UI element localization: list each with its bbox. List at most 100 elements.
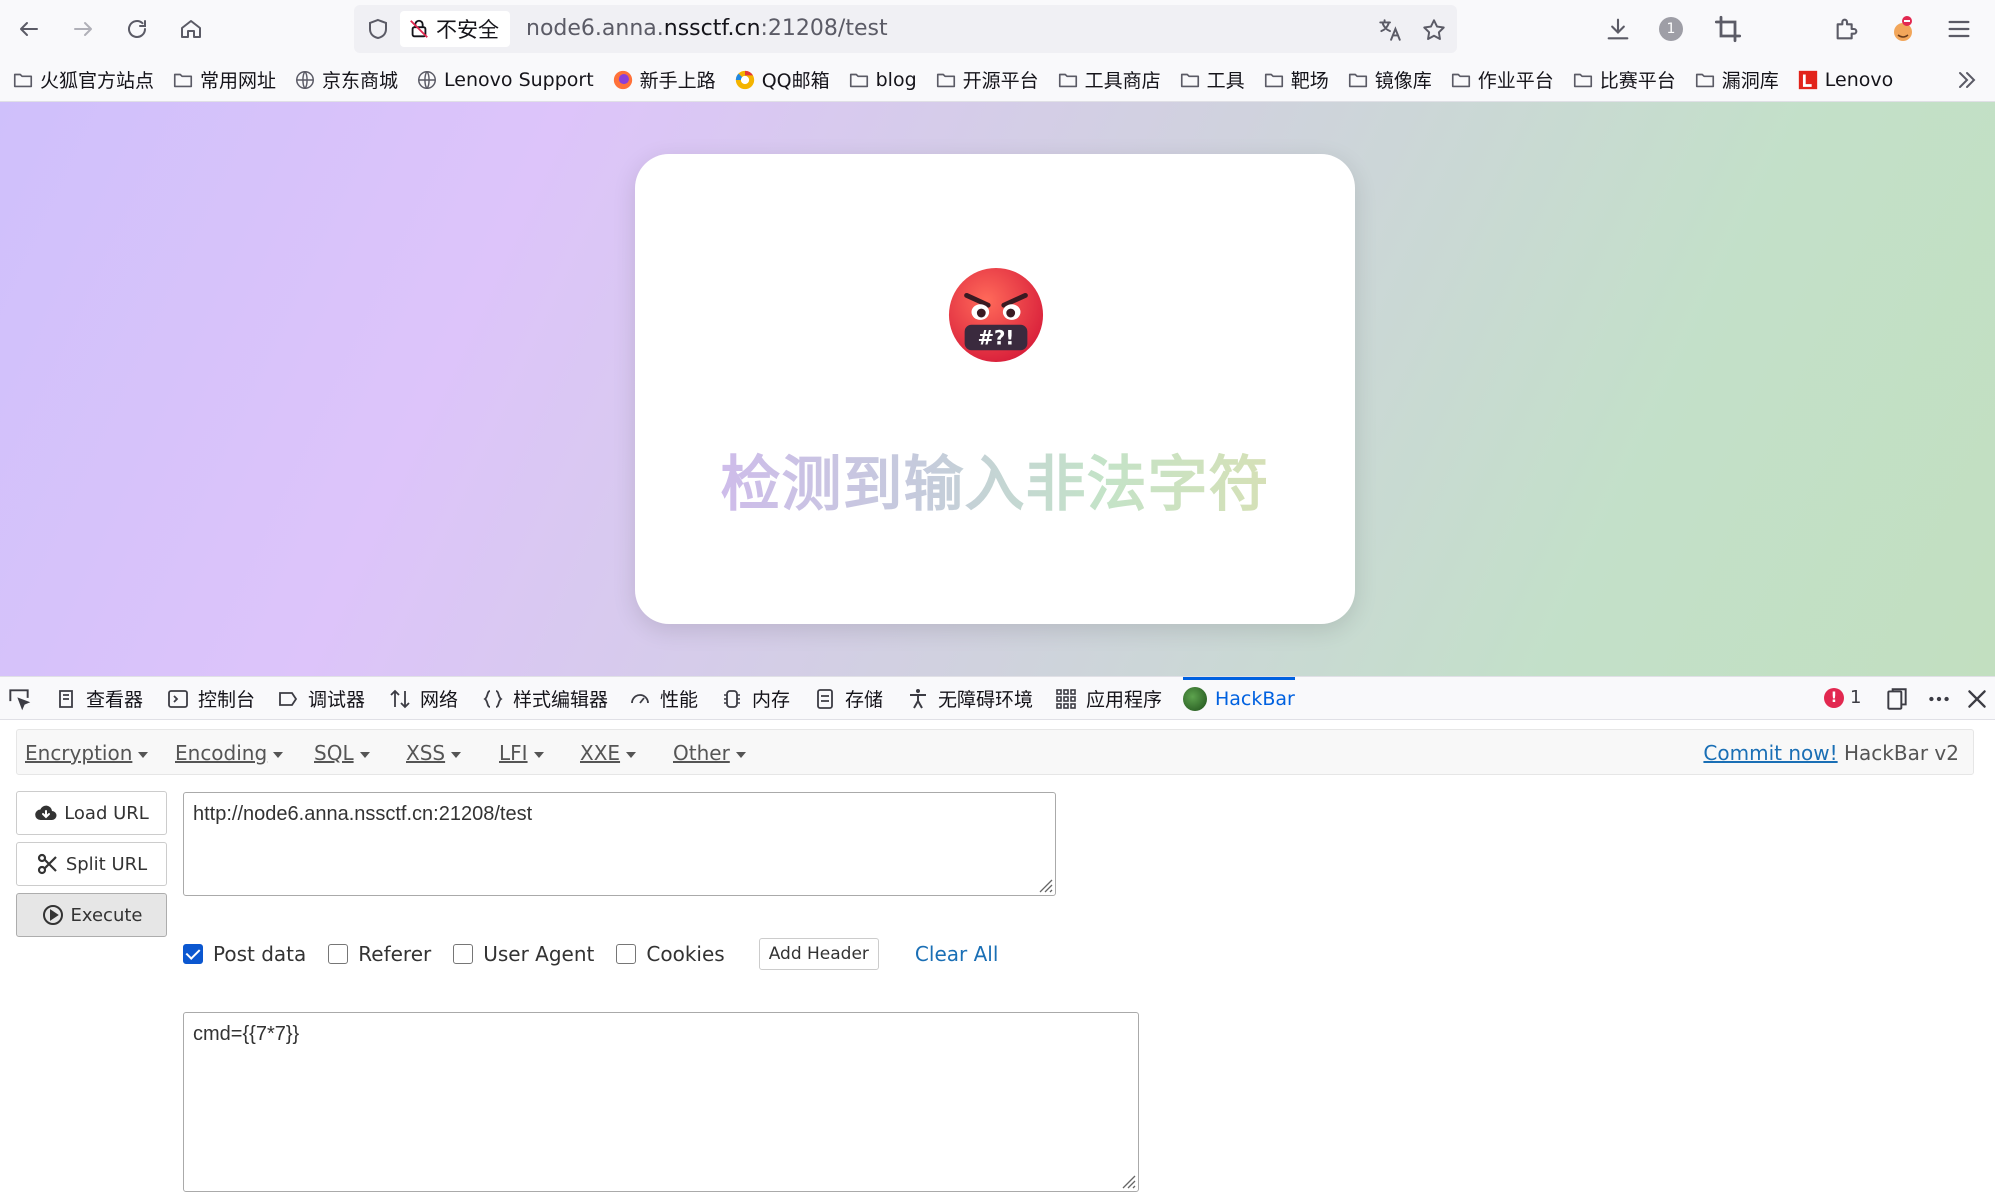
close-icon[interactable] <box>1964 686 1990 712</box>
cookies-option[interactable]: Cookies <box>616 942 725 966</box>
error-count: 1 <box>1850 687 1862 708</box>
pick-element-icon[interactable] <box>6 686 32 712</box>
forward-button[interactable] <box>65 11 101 47</box>
resize-grip-icon[interactable] <box>1035 875 1053 893</box>
post-data-checkbox[interactable] <box>183 944 203 964</box>
bookmark-item[interactable]: 漏洞库 <box>1694 66 1779 93</box>
insecure-indicator[interactable]: 不安全 <box>400 11 510 47</box>
referer-checkbox[interactable] <box>328 944 349 964</box>
translate-icon[interactable] <box>1377 17 1403 43</box>
cloud-download-icon <box>35 805 57 821</box>
folder-icon <box>13 73 33 87</box>
more-options-icon[interactable] <box>1926 686 1952 712</box>
bookmark-item[interactable]: QQ邮箱 <box>734 66 830 93</box>
bookmark-label: 京东商城 <box>322 70 399 92</box>
cookies-checkbox[interactable] <box>616 944 637 964</box>
extension-badge-button[interactable]: 1 <box>1657 15 1685 43</box>
devtools-tab-inspector[interactable]: 查看器 <box>54 677 143 720</box>
bookmark-item[interactable]: 新手上路 <box>612 66 716 93</box>
menu-icon[interactable] <box>1945 15 1973 43</box>
split-url-button[interactable]: Split URL <box>16 842 167 886</box>
menu-lfi[interactable]: LFI <box>499 741 544 765</box>
bookmark-item[interactable]: 火狐官方站点 <box>12 66 154 93</box>
account-avatar[interactable] <box>1889 15 1917 43</box>
bookmark-item[interactable]: 开源平台 <box>935 66 1039 93</box>
devtools-tab-style-editor[interactable]: 样式编辑器 <box>481 677 608 720</box>
user-agent-checkbox[interactable] <box>453 944 474 964</box>
bookmark-label: Lenovo Support <box>444 68 594 91</box>
devtools-tab-application[interactable]: 应用程序 <box>1054 677 1162 720</box>
bookmark-label: 作业平台 <box>1477 70 1554 92</box>
commit-area: Commit now! HackBar v2 <box>1703 741 1959 765</box>
load-url-button[interactable]: Load URL <box>16 791 167 835</box>
cookies-label: Cookies <box>646 942 725 966</box>
network-icon <box>390 689 410 708</box>
bookmark-item[interactable]: 京东商城 <box>294 66 398 93</box>
bookmark-item[interactable]: 常用网址 <box>172 66 276 93</box>
devtools-tab-storage[interactable]: 存储 <box>813 677 883 720</box>
devtools-tab-label: 样式编辑器 <box>513 689 609 711</box>
execute-button[interactable]: Execute <box>16 893 167 937</box>
bookmark-item[interactable]: 比赛平台 <box>1572 66 1676 93</box>
devtools-tab-hackbar[interactable]: HackBar <box>1183 677 1295 720</box>
folder-icon <box>849 73 868 87</box>
url-input[interactable]: http://node6.anna.nssctf.cn:21208/test <box>183 792 1056 896</box>
bookmark-item[interactable]: Lenovo <box>1797 69 1893 91</box>
add-header-button[interactable]: Add Header <box>758 938 879 970</box>
user-agent-option[interactable]: User Agent <box>453 942 594 966</box>
devtools-tab-label: 应用程序 <box>1086 689 1163 711</box>
devtools-tab-memory[interactable]: 内存 <box>720 677 790 720</box>
storage-icon <box>817 688 833 709</box>
devtools-tab-accessibility[interactable]: 无障碍环境 <box>906 677 1033 720</box>
menu-other[interactable]: Other <box>673 741 746 765</box>
referer-option[interactable]: Referer <box>328 942 431 966</box>
bookmark-item[interactable]: 作业平台 <box>1450 66 1554 93</box>
bookmark-item[interactable]: blog <box>848 69 917 91</box>
reload-button[interactable] <box>119 11 155 47</box>
devtools-tab-debugger[interactable]: 调试器 <box>276 677 365 720</box>
crop-icon[interactable] <box>1714 15 1742 43</box>
play-circle-icon <box>42 905 63 925</box>
bookmark-label: 工具商店 <box>1084 70 1161 92</box>
debugger-icon <box>279 691 298 706</box>
scissors-icon <box>37 853 57 875</box>
bookmark-item[interactable]: 工具商店 <box>1057 66 1161 93</box>
post-data-input[interactable]: cmd={{7*7}} <box>183 1012 1139 1192</box>
shield-icon[interactable] <box>366 17 390 41</box>
devtools-tab-network[interactable]: 网络 <box>388 677 458 720</box>
back-button[interactable] <box>11 11 47 47</box>
menu-encoding[interactable]: Encoding <box>175 741 283 765</box>
devtools-tab-label: 控制台 <box>198 689 256 711</box>
bookmark-star-icon[interactable] <box>1421 17 1447 43</box>
folder-icon <box>1180 73 1199 87</box>
address-bar[interactable]: 不安全 node6.anna.nssctf.cn:21208/test <box>354 5 1457 53</box>
error-count-badge[interactable]: ! 1 <box>1824 687 1861 708</box>
folder-icon <box>1573 73 1592 87</box>
menu-xss[interactable]: XSS <box>406 741 461 765</box>
clear-all-link[interactable]: Clear All <box>915 942 998 966</box>
url-value: http://node6.anna.nssctf.cn:21208/test <box>193 803 533 825</box>
post-data-label: Post data <box>213 942 307 966</box>
bookmark-label: 工具 <box>1206 70 1245 92</box>
split-url-label: Split URL <box>65 853 148 875</box>
arrow-right-icon <box>74 22 92 36</box>
home-button[interactable] <box>173 11 209 47</box>
commit-link[interactable]: Commit now! <box>1703 741 1837 765</box>
menu-sql[interactable]: SQL <box>314 741 370 765</box>
bookmark-item[interactable]: Lenovo Support <box>416 69 594 91</box>
extensions-puzzle-icon[interactable] <box>1833 15 1861 43</box>
chevron-double-right-icon[interactable] <box>1955 68 1979 92</box>
post-data-option[interactable]: Post data <box>183 942 306 966</box>
resize-grip-icon[interactable] <box>1118 1171 1136 1189</box>
download-icon[interactable] <box>1604 15 1632 43</box>
bookmark-item[interactable]: 镜像库 <box>1347 66 1432 93</box>
request-options: Post data Referer User Agent Cookies Add… <box>183 936 998 972</box>
devtools-tab-console[interactable]: 控制台 <box>166 677 255 720</box>
devtools-tab-performance[interactable]: 性能 <box>628 677 698 720</box>
bookmark-item[interactable]: 工具 <box>1179 66 1245 93</box>
bookmark-item[interactable]: 靶场 <box>1263 66 1329 93</box>
menu-xxe[interactable]: XXE <box>580 741 636 765</box>
url-text[interactable]: node6.anna.nssctf.cn:21208/test <box>526 16 888 41</box>
dock-side-icon[interactable] <box>1884 686 1910 712</box>
menu-encryption[interactable]: Encryption <box>25 741 148 765</box>
